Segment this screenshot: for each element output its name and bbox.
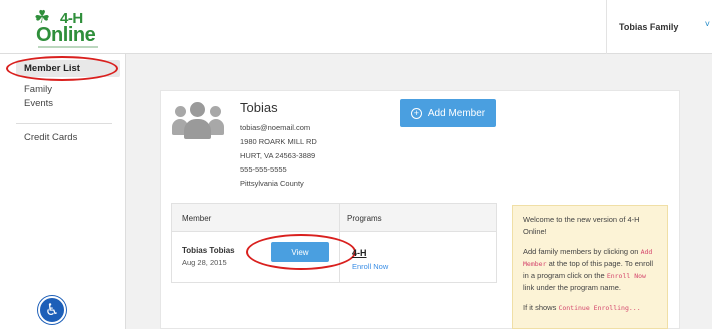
table-header: Member Programs bbox=[172, 204, 496, 232]
welcome-info-box: Welcome to the new version of 4-H Online… bbox=[512, 205, 668, 329]
sidebar-item-credit-cards[interactable]: Credit Cards bbox=[24, 132, 77, 143]
info-instructions: Add family members by clicking on Add Me… bbox=[523, 247, 654, 292]
family-address-line1: 1980 ROARK MILL RD bbox=[240, 137, 317, 146]
column-header-programs: Programs bbox=[347, 214, 382, 223]
sidebar-item-family[interactable]: Family bbox=[24, 84, 52, 95]
column-header-member: Member bbox=[182, 214, 212, 223]
program-link[interactable]: 4-H bbox=[352, 248, 367, 258]
family-county: Pittsylvania County bbox=[240, 179, 304, 188]
chevron-down-icon: ˅ bbox=[704, 19, 710, 29]
add-member-button[interactable]: + Add Member bbox=[400, 99, 496, 127]
top-bar: ☘ 4-H Online Tobias Family ˅ bbox=[0, 0, 712, 54]
info-code-enroll-now: Enroll Now bbox=[606, 272, 646, 280]
info-welcome-text: Welcome to the new version of 4-H Online… bbox=[523, 215, 640, 236]
family-menu[interactable]: Tobias Family ˅ bbox=[606, 0, 712, 54]
logo-text-online: Online bbox=[36, 24, 96, 46]
enroll-now-link[interactable]: Enroll Now bbox=[352, 262, 388, 271]
family-avatar-icon bbox=[172, 100, 224, 140]
sidebar: Member List Family Events Credit Cards bbox=[0, 54, 126, 329]
info-continue-text: If it shows Continue Enrolling... bbox=[523, 303, 641, 312]
sidebar-divider bbox=[16, 123, 112, 124]
member-date: Aug 28, 2015 bbox=[182, 258, 227, 267]
family-name: Tobias bbox=[240, 100, 278, 115]
family-address-line2: HURT, VA 24563-3889 bbox=[240, 151, 316, 160]
4h-online-logo[interactable]: ☘ 4-H Online bbox=[34, 6, 104, 48]
plus-circle-icon: + bbox=[410, 107, 422, 119]
family-email: tobias@noemail.com bbox=[240, 123, 311, 132]
sidebar-item-events[interactable]: Events bbox=[24, 98, 53, 109]
family-menu-name: Tobias Family bbox=[619, 22, 679, 32]
family-phone: 555-555-5555 bbox=[240, 165, 287, 174]
accessibility-icon[interactable]: ♿ bbox=[38, 296, 66, 324]
logo-tagline bbox=[38, 46, 98, 48]
member-table: Member Programs Tobias Tobias Aug 28, 20… bbox=[171, 203, 497, 283]
add-member-label: Add Member bbox=[427, 107, 486, 119]
annotation-circle-view bbox=[246, 234, 356, 270]
info-code-continue: Continue Enrolling... bbox=[558, 304, 641, 312]
member-name: Tobias Tobias bbox=[182, 246, 235, 255]
annotation-circle-member-list bbox=[6, 56, 118, 81]
